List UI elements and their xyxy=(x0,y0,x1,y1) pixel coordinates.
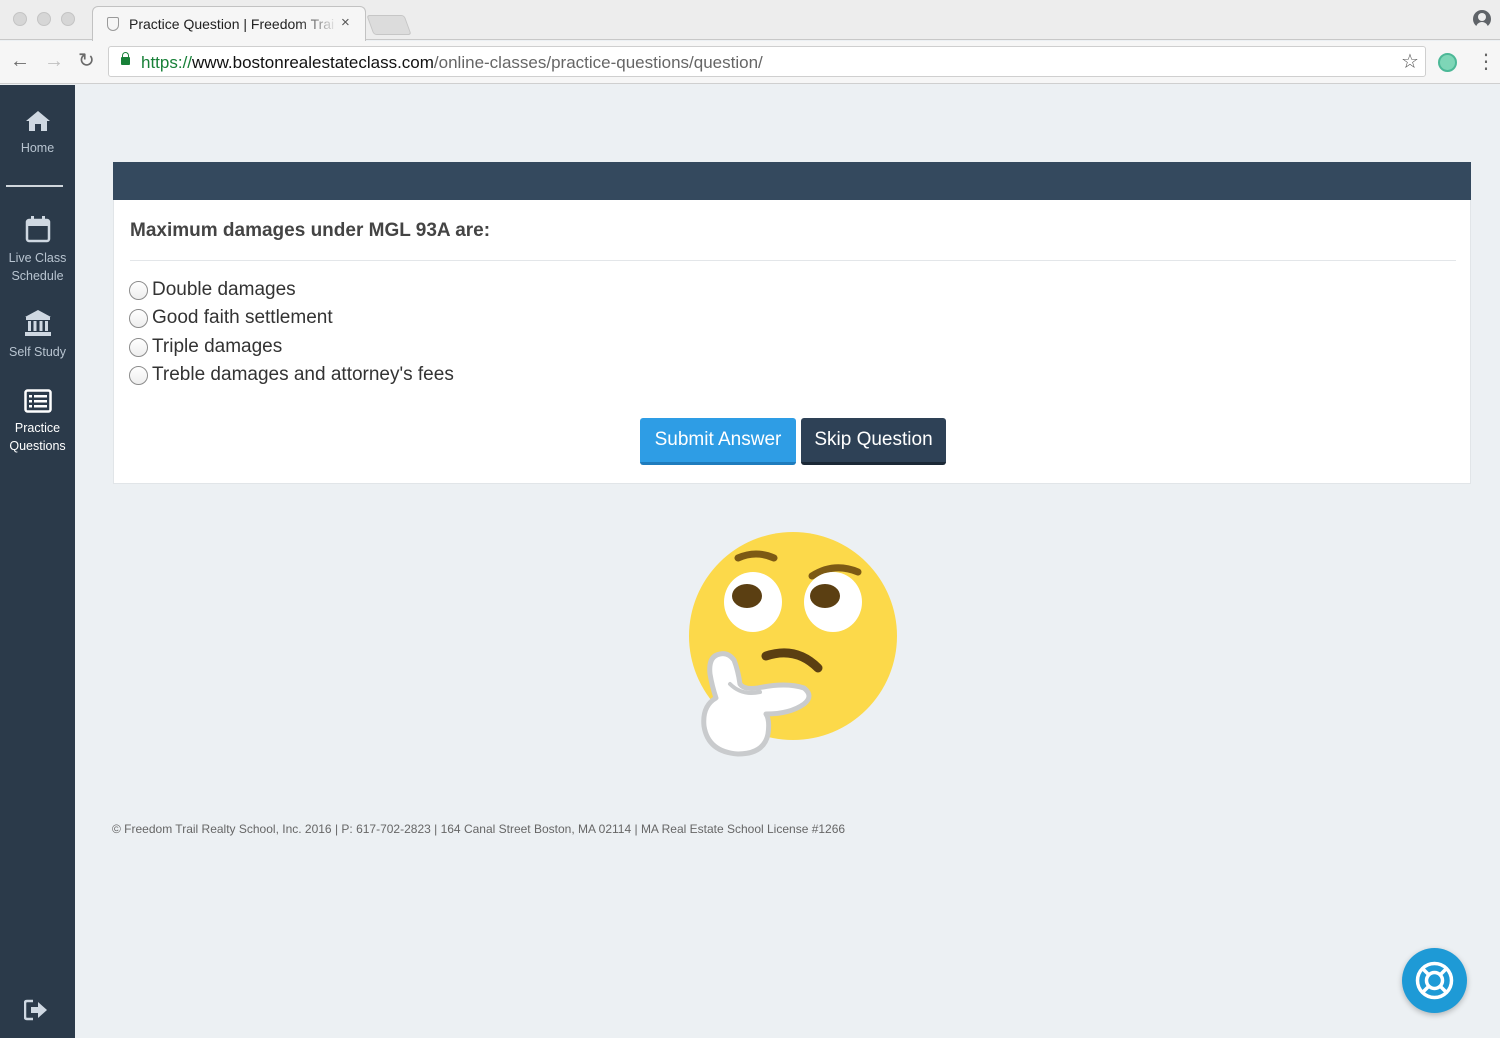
sidebar-item-label: Practice Questions xyxy=(9,421,66,453)
tab-close-icon[interactable]: × xyxy=(341,14,350,31)
bank-icon xyxy=(24,310,51,336)
list-icon xyxy=(23,389,52,413)
sidebar-item-home[interactable]: Home xyxy=(0,109,75,157)
browser-menu-icon[interactable]: ⋮ xyxy=(1476,51,1496,73)
extension-icon[interactable] xyxy=(1438,53,1457,72)
skip-question-button[interactable]: Skip Question xyxy=(801,418,946,465)
secure-lock-icon xyxy=(121,52,130,65)
answer-option[interactable]: Good faith settlement xyxy=(129,305,333,331)
answer-radio[interactable] xyxy=(129,308,148,328)
bookmark-star-icon[interactable]: ☆ xyxy=(1401,49,1419,74)
answer-radio[interactable] xyxy=(129,337,148,357)
sidebar-item-label: Self Study xyxy=(9,345,66,359)
answer-radio[interactable] xyxy=(129,365,148,385)
tab-title-fade xyxy=(298,11,338,37)
sidebar-item-live-class-schedule[interactable]: Live Class Schedule xyxy=(0,215,75,285)
calendar-icon xyxy=(25,216,50,243)
url-host: www.bostonrealestateclass.com xyxy=(192,53,434,72)
submit-answer-button[interactable]: Submit Answer xyxy=(640,418,796,465)
site-favicon-icon xyxy=(107,17,119,31)
answer-option[interactable]: Double damages xyxy=(129,277,296,303)
question-card-header xyxy=(113,162,1471,200)
browser-tabstrip: Practice Question | Freedom Trail Realty… xyxy=(0,0,1500,41)
profile-avatar-icon[interactable] xyxy=(1473,10,1491,28)
new-tab-button[interactable] xyxy=(366,15,412,35)
sidebar-divider xyxy=(6,185,63,187)
help-button[interactable] xyxy=(1402,948,1467,1013)
sidebar: Home Live Class Schedule Self Study Prac… xyxy=(0,85,75,1038)
sidebar-item-self-study[interactable]: Self Study xyxy=(0,309,75,361)
question-text: Maximum damages under MGL 93A are: xyxy=(130,220,491,241)
forward-arrow-icon[interactable]: → xyxy=(44,49,64,73)
window-close-button[interactable] xyxy=(13,12,27,26)
url-path: /online-classes/practice-questions/quest… xyxy=(433,53,763,72)
footer-text: © Freedom Trail Realty School, Inc. 2016… xyxy=(112,822,846,836)
answer-label: Triple damages xyxy=(152,336,283,357)
url-scheme: https:// xyxy=(141,53,193,72)
lifebuoy-icon xyxy=(1415,961,1454,1000)
back-arrow-icon[interactable]: ← xyxy=(10,49,30,73)
sidebar-item-label: Home xyxy=(20,141,55,155)
address-url[interactable]: https://www.bostonrealestateclass.com/on… xyxy=(141,53,763,73)
answer-label: Good faith settlement xyxy=(152,307,333,328)
window-minimize-button[interactable] xyxy=(37,12,51,26)
sidebar-item-label: Live Class Schedule xyxy=(8,251,67,283)
question-card: Maximum damages under MGL 93A are: Doubl… xyxy=(113,200,1471,484)
thinking-face-emoji xyxy=(689,532,897,757)
browser-toolbar: ← → ↻ https://www.bostonrealestateclass.… xyxy=(0,41,1500,84)
answer-option[interactable]: Triple damages xyxy=(129,334,282,360)
answer-label: Double damages xyxy=(152,279,296,300)
question-divider xyxy=(130,260,1456,261)
answer-option[interactable]: Treble damages and attorney's fees xyxy=(129,362,454,388)
window-zoom-button[interactable] xyxy=(61,12,75,26)
reload-icon[interactable]: ↻ xyxy=(78,49,95,73)
answer-radio[interactable] xyxy=(129,280,148,300)
browser-tab-active[interactable]: Practice Question | Freedom Trail Realty… xyxy=(92,6,366,41)
logout-icon[interactable] xyxy=(24,999,48,1021)
address-bar[interactable]: https://www.bostonrealestateclass.com/on… xyxy=(108,46,1426,77)
home-icon xyxy=(25,111,50,131)
answer-label: Treble damages and attorney's fees xyxy=(152,364,454,385)
sidebar-item-practice-questions[interactable]: Practice Questions xyxy=(0,389,75,455)
